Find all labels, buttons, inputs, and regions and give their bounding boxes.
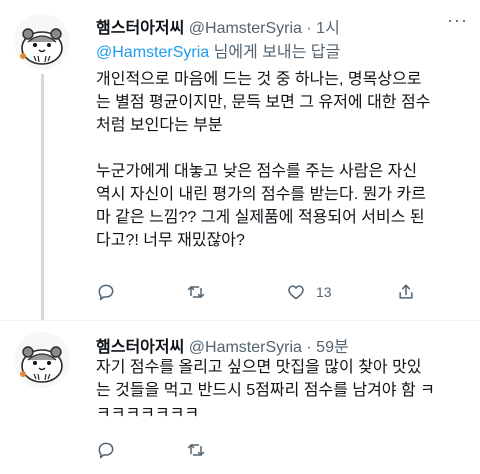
like-icon [288, 285, 304, 300]
tweet-divider [0, 320, 480, 321]
thread-line [41, 74, 44, 320]
retweet-icon [187, 286, 205, 298]
reply-suffix: 님에게 보내는 답글 [209, 44, 341, 61]
tweet-text: 개인적으로 마음에 드는 것 중 하나는, 명목상으로 는 별점 평균이지만, … [96, 71, 431, 249]
username[interactable]: @HamsterSyria [189, 339, 302, 356]
reply-button[interactable] [96, 282, 126, 302]
timestamp[interactable]: 59분 [316, 339, 349, 356]
separator: · [306, 339, 312, 356]
tweet-header: 햄스터아저씨 @HamsterSyria · 1시 [96, 14, 340, 38]
tweet-actions: 13 [96, 282, 426, 306]
reply-button[interactable] [96, 440, 126, 460]
retweet-button[interactable] [186, 282, 216, 302]
more-options-icon[interactable]: ··· [447, 10, 468, 31]
username[interactable]: @HamsterSyria [189, 20, 302, 37]
retweet-icon [187, 444, 205, 456]
display-name[interactable]: 햄스터아저씨 [96, 339, 184, 356]
display-name[interactable]: 햄스터아저씨 [96, 20, 184, 37]
reply-mention-link[interactable]: @HamsterSyria [96, 44, 209, 61]
hamster-avatar-icon [14, 14, 70, 70]
share-button[interactable] [396, 282, 426, 302]
share-icon [399, 284, 413, 299]
avatar[interactable] [14, 332, 70, 388]
reply-icon [98, 442, 114, 459]
like-count: 13 [316, 284, 332, 300]
tweet-header: 햄스터아저씨 @HamsterSyria · 59분 [96, 333, 349, 357]
avatar[interactable] [14, 14, 70, 70]
tweet-text: 자기 점수를 올리고 싶으면 맛집을 많이 찾아 맛있 는 것들을 먹고 반드시… [96, 359, 435, 422]
timestamp[interactable]: 1시 [316, 20, 340, 37]
tweet-actions [96, 440, 426, 464]
separator: · [306, 20, 312, 37]
hamster-avatar-icon [14, 332, 70, 388]
retweet-button[interactable] [186, 440, 216, 460]
reply-context: @HamsterSyria 님에게 보내는 답글 [96, 38, 340, 62]
reply-icon [98, 284, 114, 301]
like-button[interactable]: 13 [286, 282, 332, 302]
